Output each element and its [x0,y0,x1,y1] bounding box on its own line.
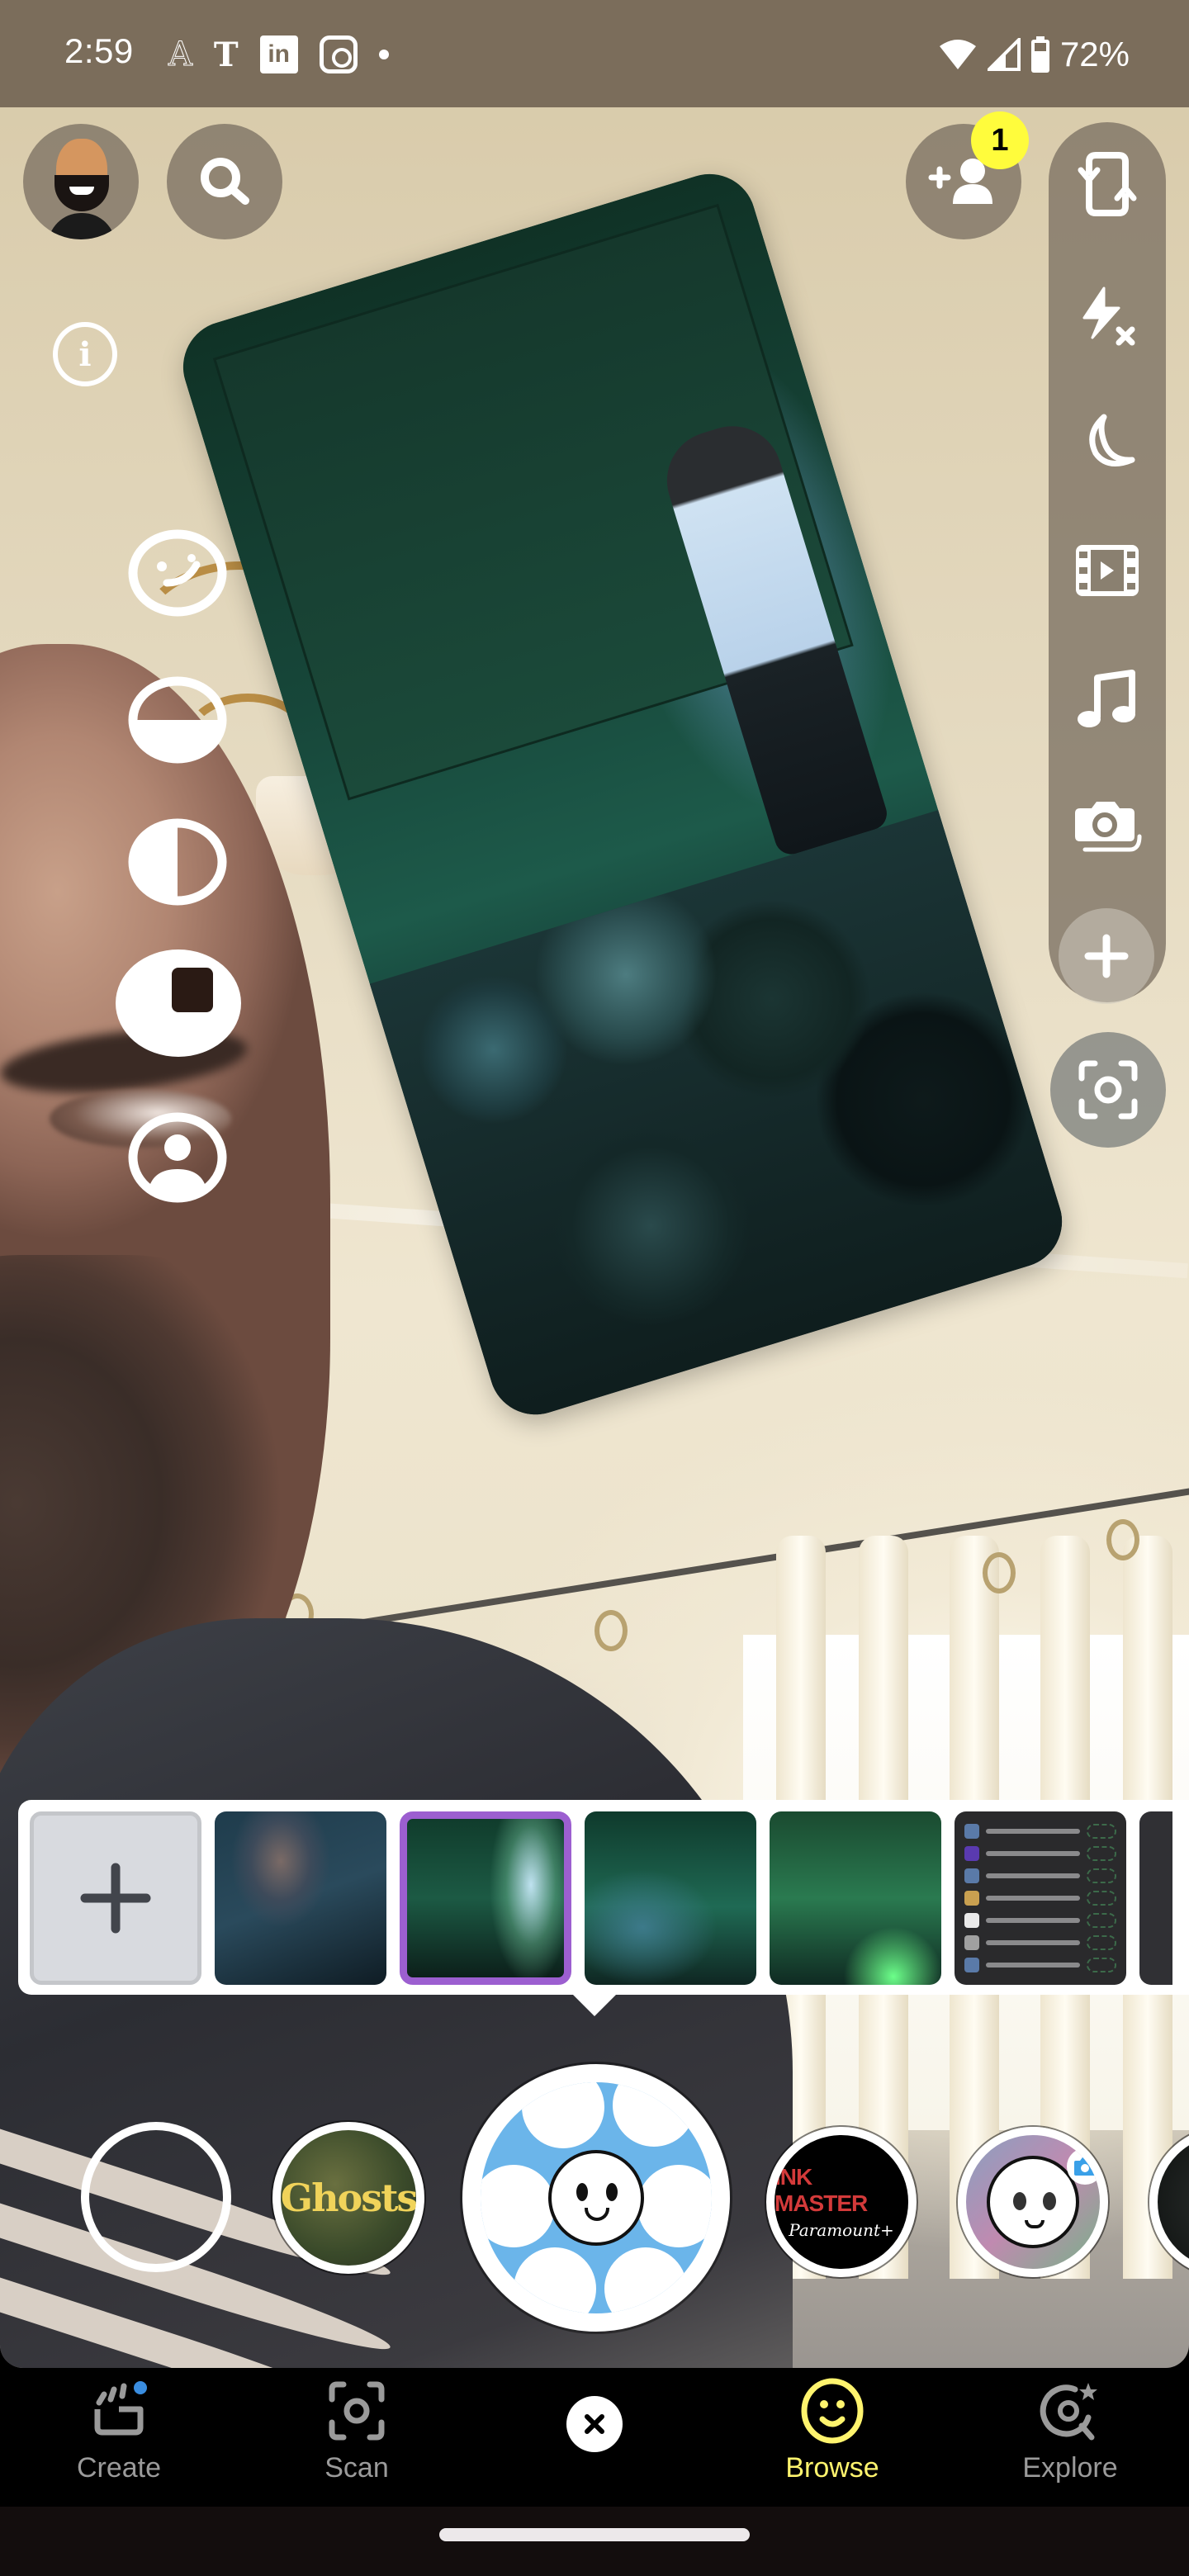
smiley-icon [801,2378,864,2444]
crowd [369,810,1074,1427]
media-thumbnail[interactable] [770,1811,941,1985]
person-icon [481,2165,555,2247]
flash-button[interactable] [1049,263,1166,370]
media-thumbnail[interactable] [955,1811,1126,1985]
scan-icon [1078,1060,1138,1120]
camera-badge-icon [1067,2148,1100,2185]
nav-browse-label: Browse [785,2452,879,2484]
film-icon [1076,545,1139,596]
media-thumbnail-partial[interactable] [1139,1811,1172,1985]
scan-icon [329,2381,385,2441]
close-lens-button[interactable] [566,2396,623,2452]
smiley-face-icon [548,2150,644,2246]
status-bar: 2:59 A T in 72% [0,0,1189,107]
video-mode-button[interactable] [1049,517,1166,624]
face-icon [522,2082,604,2148]
face-lens-mode-button[interactable] [127,528,228,618]
lens-ink-master[interactable]: INK MASTER Paramount+ [766,2127,917,2277]
half-bottom-icon [637,2165,712,2247]
system-icons: 72% [938,31,1130,78]
notification-icons: A T in [168,31,389,78]
media-thumbnail[interactable] [585,1811,756,1985]
explore-icon [1040,2383,1097,2441]
nav-create[interactable]: Create [36,2378,201,2493]
portrait-mode-button[interactable] [127,1111,228,1204]
person-icon [128,1112,227,1203]
info-button[interactable]: i [53,322,117,386]
lens-ghosts-label: Ghosts [280,2176,417,2220]
tray-pointer [571,1993,618,2016]
media-thumbnail-selected[interactable] [400,1811,571,1985]
lens-ghosts[interactable]: Ghosts [272,2122,424,2274]
lens-none[interactable] [81,2122,231,2272]
music-note-icon [1078,670,1135,727]
gesture-bar-area [0,2507,1189,2576]
flip-camera-button[interactable] [1049,130,1166,238]
status-time: 2:59 [64,31,134,70]
lens-anime-face[interactable] [958,2127,1108,2277]
split-vertical-mode-button[interactable] [127,817,228,907]
add-media-button[interactable] [30,1811,201,1985]
battery-percent: 72% [1059,35,1130,73]
plus-icon [80,1863,151,1934]
snapchat-camera-screen: 2:59 A T in 72% i 1 Ghosts INK MASTER Pa… [0,0,1189,2576]
scan-button[interactable] [1050,1032,1166,1148]
nyt-icon: T [213,35,239,74]
nav-scan[interactable]: Scan [274,2378,439,2493]
anime-face-icon [987,2156,1079,2248]
half-left-icon [604,2247,687,2313]
nav-create-label: Create [76,2452,162,2484]
frame-mode-button[interactable] [114,948,243,1058]
half-left-icon [128,818,227,906]
half-bottom-icon [128,676,227,764]
flip-camera-icon [1078,152,1137,216]
wifi-icon [939,40,976,69]
battery-icon [1030,36,1049,73]
nav-explore-label: Explore [1022,2452,1118,2484]
multi-snap-button[interactable] [1049,771,1166,878]
media-thumbnail[interactable] [215,1811,386,1985]
video-camera-icon [613,2082,695,2147]
instagram-icon [319,36,358,73]
friend-request-badge: 1 [971,111,1029,169]
close-icon [585,2414,604,2434]
search-icon [201,158,249,205]
font-a-icon: A [168,36,193,74]
face-icon [128,529,227,617]
multi-camera-icon [1075,802,1142,852]
split-horizontal-mode-button[interactable] [127,675,228,765]
nav-explore[interactable]: Explore [988,2378,1153,2493]
sound-button[interactable] [1049,646,1166,753]
night-mode-button[interactable] [1049,388,1166,495]
home-indicator[interactable] [439,2528,750,2541]
nav-browse[interactable]: Browse [750,2378,915,2493]
more-dot-icon [378,50,389,59]
create-icon [94,2381,147,2436]
moon-icon [1089,414,1135,466]
cell-signal-icon [987,38,1021,71]
square-in-circle-icon [116,949,241,1057]
nav-scan-label: Scan [324,2452,389,2484]
square-icon [514,2247,596,2313]
linkedin-icon: in [259,36,298,73]
more-tools-button[interactable] [1059,908,1154,1004]
profile-avatar-button[interactable] [23,124,139,239]
flash-off-icon [1082,286,1135,346]
search-button[interactable] [167,124,282,239]
plus-icon [1084,934,1129,978]
info-icon: i [78,334,92,374]
lens-selected-capture-button[interactable] [462,2064,730,2332]
